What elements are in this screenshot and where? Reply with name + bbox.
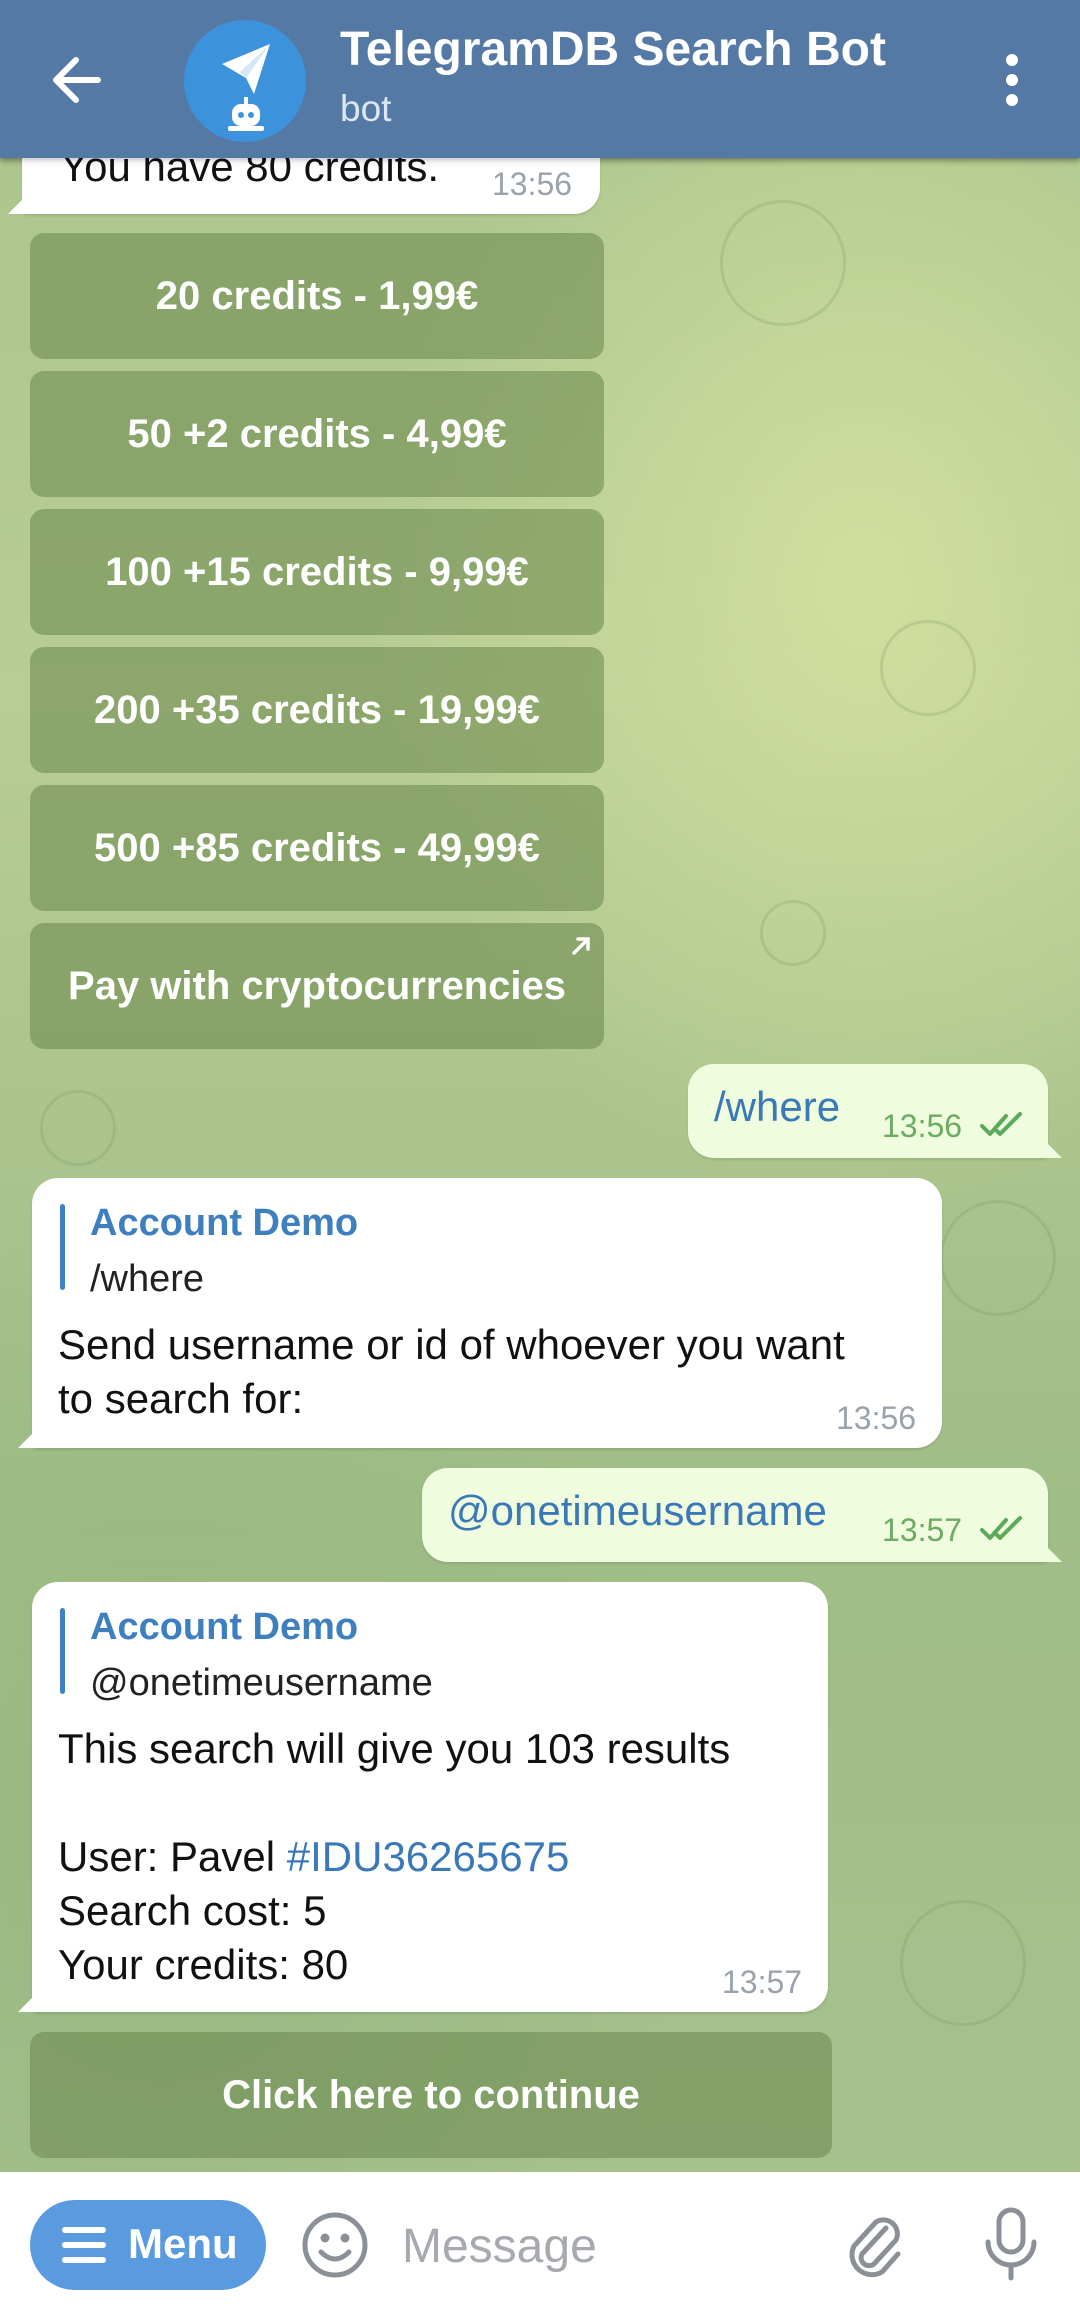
reply-quote: @onetimeusername <box>90 1662 433 1704</box>
chat-title[interactable]: TelegramDB Search Bot <box>340 22 886 77</box>
bot-reply-where: Account Demo /where Send username or id … <box>18 1178 942 1448</box>
back-arrow-icon[interactable] <box>40 42 116 118</box>
buy-20-credits-button[interactable]: 20 credits - 1,99€ <box>30 233 604 359</box>
buy-200-credits-button[interactable]: 200 +35 credits - 19,99€ <box>30 647 604 773</box>
user-line: User: Pavel #IDU36265675 <box>58 1830 569 1884</box>
message-text: @onetimeusername <box>448 1487 827 1534</box>
external-link-icon <box>572 937 590 955</box>
pay-crypto-button[interactable]: Pay with cryptocurrencies <box>30 923 604 1049</box>
sent-message-where: /where 13:56 <box>688 1064 1062 1158</box>
bot-avatar[interactable] <box>184 20 306 142</box>
buy-100-credits-button[interactable]: 100 +15 credits - 9,99€ <box>30 509 604 635</box>
user-id-hashtag[interactable]: #IDU36265675 <box>287 1833 570 1880</box>
hamburger-icon <box>62 2227 106 2263</box>
buy-50-credits-button[interactable]: 50 +2 credits - 4,99€ <box>30 371 604 497</box>
reply-author: Account Demo <box>90 1606 359 1648</box>
buy-500-credits-button[interactable]: 500 +85 credits - 49,99€ <box>30 785 604 911</box>
robot-icon <box>228 97 264 131</box>
message-line: to search for: <box>58 1375 304 1422</box>
search-cost-line: Search cost: 5 <box>58 1887 327 1934</box>
message-time: 13:57 <box>722 1964 803 2000</box>
menu-label: Menu <box>128 2220 238 2267</box>
header-overlay: TelegramDB Search Bot bot <box>0 0 1080 158</box>
user-label: User: Pavel <box>58 1833 287 1880</box>
message-time: 13:57 <box>882 1512 963 1548</box>
menu-button[interactable]: Menu <box>30 2200 266 2290</box>
emoji-icon[interactable] <box>300 2210 370 2280</box>
pay-crypto-label: Pay with cryptocurrencies <box>68 963 566 1008</box>
results-count-line: This search will give you 103 results <box>58 1725 731 1772</box>
microphone-icon[interactable] <box>976 2206 1046 2282</box>
message-time: 13:56 <box>836 1400 917 1436</box>
reply-quote: /where <box>90 1258 205 1300</box>
chat-status: bot <box>340 88 392 129</box>
read-checkmarks-icon <box>980 1112 1022 1136</box>
sent-message-username: @onetimeusername 13:57 <box>422 1468 1062 1562</box>
reply-author: Account Demo <box>90 1202 359 1244</box>
paperclip-icon[interactable] <box>838 2208 910 2280</box>
more-options-icon[interactable] <box>990 50 1034 110</box>
message-input-bar: Menu <box>0 2172 1080 2314</box>
message-line: Send username or id of whoever you want <box>58 1321 845 1368</box>
message-text: /where <box>714 1083 841 1130</box>
message-time: 13:56 <box>882 1108 963 1144</box>
read-checkmarks-icon <box>980 1516 1022 1540</box>
your-credits-line: Your credits: 80 <box>58 1941 349 1988</box>
bot-reply-search: Account Demo @onetimeusername This searc… <box>18 1582 828 2012</box>
continue-button[interactable]: Click here to continue <box>30 2032 832 2158</box>
message-input[interactable] <box>400 2212 804 2280</box>
message-time: 13:56 <box>492 166 573 202</box>
